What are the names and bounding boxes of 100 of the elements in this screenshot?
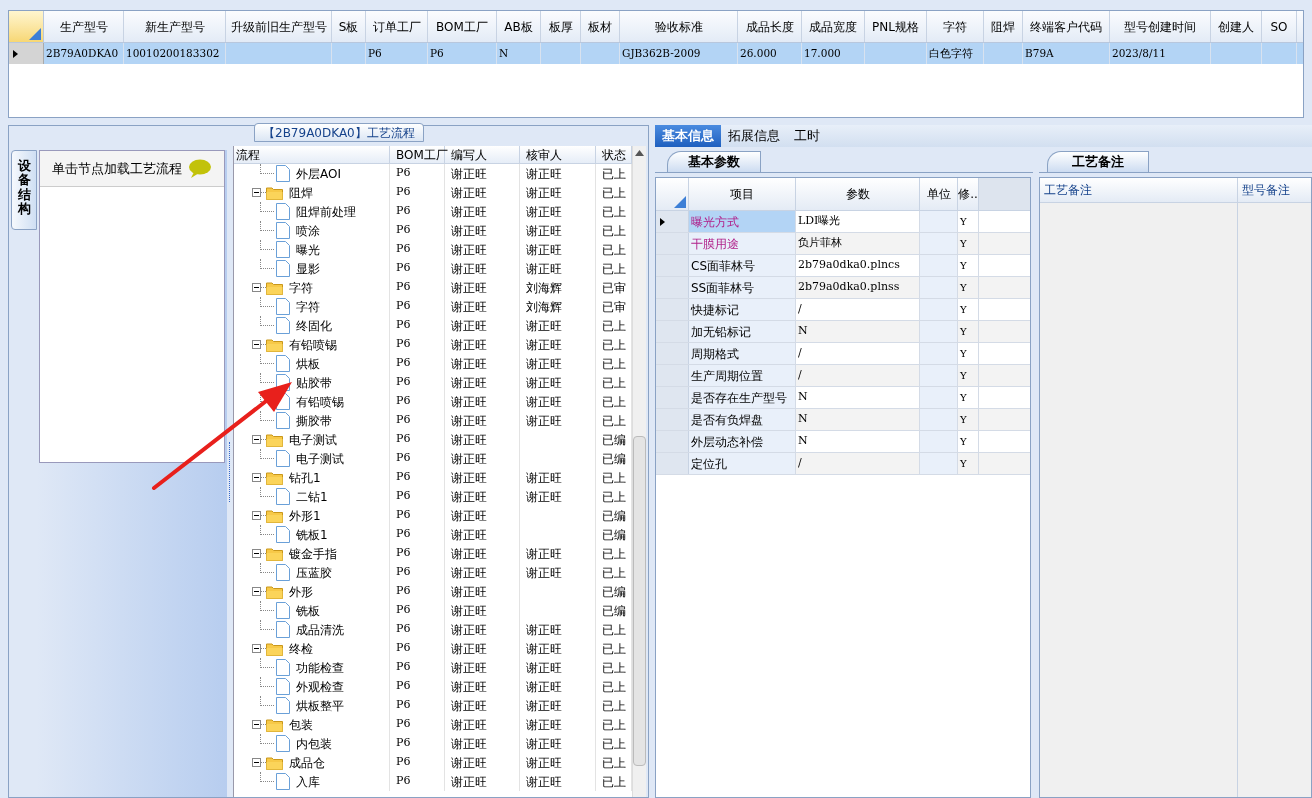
collapse-icon[interactable] [252,340,261,349]
param-row[interactable]: 外层动态补偿 N Y [656,431,1030,453]
tree-row[interactable]: 镀金手指 P6 谢正旺 谢正旺 已上 [234,544,632,563]
tree-row[interactable]: 包装 P6 谢正旺 谢正旺 已上 [234,715,632,734]
table-cell-text: Y [960,369,967,383]
param-row[interactable]: 生产周期位置 / Y [656,365,1030,387]
step-label: 撕胶带 [296,412,332,430]
param-row[interactable]: SS面菲林号 2b79a0dka0.plnss Y [656,277,1030,299]
param-row[interactable]: 是否有负焊盘 N Y [656,409,1030,431]
param-row[interactable]: 定位孔 / Y [656,453,1030,475]
param-row[interactable]: 曝光方式 LDI曝光 Y [656,211,1030,233]
column-header[interactable]: 板厚 [541,11,581,42]
column-header[interactable]: 新生产型号 [124,11,226,42]
column-header[interactable]: 订单工厂 [366,11,428,42]
tree-row[interactable]: 入库 P6 谢正旺 谢正旺 已上 [234,772,632,791]
collapse-icon[interactable] [252,283,261,292]
param-row[interactable]: CS面菲林号 2b79a0dka0.plncs Y [656,255,1030,277]
tree-row[interactable]: 显影 P6 谢正旺 谢正旺 已上 [234,259,632,278]
params-tab[interactable]: 基本参数 [667,151,761,172]
column-header[interactable]: 字符 [927,11,984,42]
tree-row[interactable]: 钻孔1 P6 谢正旺 谢正旺 已上 [234,468,632,487]
tree-row[interactable]: 外形 P6 谢正旺 已编 [234,582,632,601]
tree-row[interactable]: 压蓝胶 P6 谢正旺 谢正旺 已上 [234,563,632,582]
tree-row[interactable]: 烘板整平 P6 谢正旺 谢正旺 已上 [234,696,632,715]
column-header[interactable]: S板 [332,11,366,42]
tree-row[interactable]: 终固化 P6 谢正旺 谢正旺 已上 [234,316,632,335]
param-row[interactable]: 是否存在生产型号 N Y [656,387,1030,409]
collapse-icon[interactable] [252,549,261,558]
tree-row[interactable]: 阻焊前处理 P6 谢正旺 谢正旺 已上 [234,202,632,221]
table-cell-text: 白色字符 [929,45,973,61]
param-row[interactable]: 周期格式 / Y [656,343,1030,365]
param-row[interactable]: 干膜用途 负片菲林 Y [656,233,1030,255]
column-header[interactable]: 阻焊 [984,11,1023,42]
column-header[interactable]: 生产型号 [44,11,124,42]
tree-row[interactable]: 电子测试 P6 谢正旺 已编 [234,430,632,449]
tree-row[interactable]: 铣板1 P6 谢正旺 已编 [234,525,632,544]
param-row[interactable]: 快捷标记 / Y [656,299,1030,321]
table-cell-text: 谢正旺 [451,412,487,430]
column-header[interactable]: 创建人 [1211,11,1262,42]
column-header[interactable]: AB板 [497,11,541,42]
tree-row[interactable]: 铣板 P6 谢正旺 已编 [234,601,632,620]
tree-row[interactable]: 阻焊 P6 谢正旺 谢正旺 已上 [234,183,632,202]
table-cell: P6 [396,526,411,543]
column-header[interactable]: 验收标准 [620,11,738,42]
column-header[interactable]: 工艺备注 [1040,178,1237,203]
column-header[interactable]: SO [1262,11,1297,42]
grid-row[interactable]: 2B79A0DKA0 10010200183302 P6 P6 N GJB362B-2009 26.000 17.000 白色字符 B79A 2023/8/11 [9,43,1303,64]
tree-row[interactable]: 曝光 P6 谢正旺 谢正旺 已上 [234,240,632,259]
tree-row[interactable]: 电子测试 P6 谢正旺 已编 [234,449,632,468]
side-tab[interactable]: 设备结构 [11,150,37,230]
column-header[interactable]: 参数 [796,178,920,210]
collapse-icon[interactable] [252,720,261,729]
tree-row[interactable]: 二钻1 P6 谢正旺 谢正旺 已上 [234,487,632,506]
column-header[interactable]: 单位 [920,178,958,210]
column-header[interactable]: PNL规格 [865,11,927,42]
param-name: 是否存在生产型号 [691,389,787,407]
column-header[interactable]: 型号创建时间 [1110,11,1211,42]
column-header[interactable]: BOM工厂 [428,11,497,42]
column-header[interactable]: 型号备注 [1238,178,1311,203]
tree-row[interactable]: 成品仓 P6 谢正旺 谢正旺 已上 [234,753,632,772]
tree-row[interactable]: 有铅喷锡 P6 谢正旺 谢正旺 已上 [234,335,632,354]
tree-row[interactable]: 成品清洗 P6 谢正旺 谢正旺 已上 [234,620,632,639]
tree-row[interactable]: 喷涂 P6 谢正旺 谢正旺 已上 [234,221,632,240]
scrollbar[interactable] [632,146,646,797]
notes-tab[interactable]: 工艺备注 [1047,151,1149,172]
column-header[interactable]: 核审人 [520,146,596,163]
collapse-icon[interactable] [252,511,261,520]
column-header[interactable]: 项目 [689,178,796,210]
column-header[interactable]: 流程 [234,146,390,163]
tree-row[interactable]: 撕胶带 P6 谢正旺 谢正旺 已上 [234,411,632,430]
column-header[interactable]: 升级前旧生产型号 [226,11,332,42]
column-header[interactable]: 成品长度 [738,11,802,42]
collapse-icon[interactable] [252,758,261,767]
tree-row[interactable]: 外形1 P6 谢正旺 已编 [234,506,632,525]
collapse-icon[interactable] [252,587,261,596]
collapse-icon[interactable] [252,435,261,444]
collapse-icon[interactable] [252,644,261,653]
tab[interactable]: 工时 [787,125,827,147]
column-header[interactable]: 成品宽度 [802,11,865,42]
tree-row[interactable]: 外观检查 P6 谢正旺 谢正旺 已上 [234,677,632,696]
param-row[interactable]: 加无铅标记 N Y [656,321,1030,343]
column-header[interactable]: 板材 [581,11,620,42]
tab[interactable]: 拓展信息 [721,125,787,147]
tree-row[interactable]: 终检 P6 谢正旺 谢正旺 已上 [234,639,632,658]
tree-row[interactable]: 内包装 P6 谢正旺 谢正旺 已上 [234,734,632,753]
tree-row[interactable]: 烘板 P6 谢正旺 谢正旺 已上 [234,354,632,373]
column-header[interactable]: 终端客户代码 [1023,11,1110,42]
scroll-up-icon[interactable] [635,150,644,156]
document-icon [276,241,290,258]
collapse-icon[interactable] [252,473,261,482]
tab[interactable]: 基本信息 [655,125,721,147]
collapse-icon[interactable] [252,188,261,197]
tree-row[interactable]: 功能检查 P6 谢正旺 谢正旺 已上 [234,658,632,677]
step-label: 包装 [289,716,313,734]
row-header[interactable] [656,211,689,232]
row-header[interactable] [9,43,44,64]
tree-row[interactable]: 字符 P6 谢正旺 刘海辉 已审 [234,278,632,297]
tree-row[interactable]: 外层AOI P6 谢正旺 谢正旺 已上 [234,164,632,183]
tree-row[interactable]: 字符 P6 谢正旺 刘海辉 已审 [234,297,632,316]
table-cell-text: 已上 [602,678,626,696]
